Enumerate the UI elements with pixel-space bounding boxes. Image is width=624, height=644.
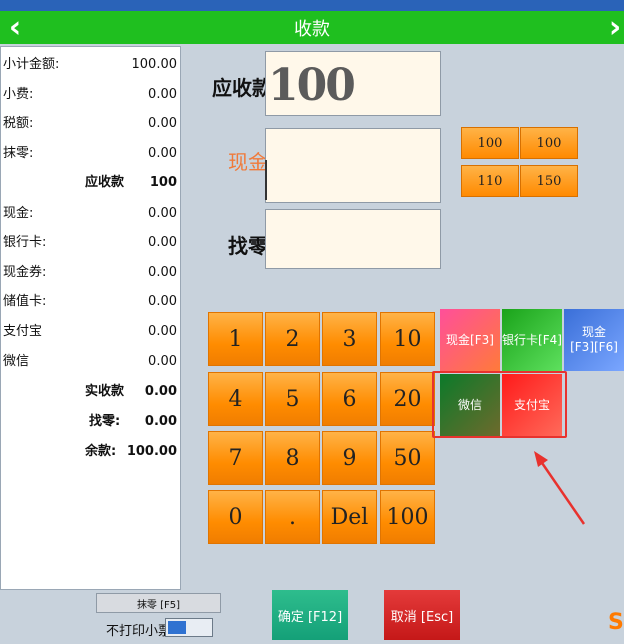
confirm-button[interactable]: 确定 [F12] xyxy=(272,590,348,640)
cancel-button[interactable]: 取消 [Esc] xyxy=(384,590,460,640)
logo-icon: S xyxy=(608,610,624,635)
no-print-receipt-label: 不打印小票 xyxy=(106,624,172,639)
round-off-button[interactable]: 抹零 [F5] xyxy=(96,593,221,613)
toggle-knob xyxy=(168,621,186,634)
no-print-receipt-toggle[interactable] xyxy=(165,618,213,637)
annotation-arrow xyxy=(534,451,586,525)
